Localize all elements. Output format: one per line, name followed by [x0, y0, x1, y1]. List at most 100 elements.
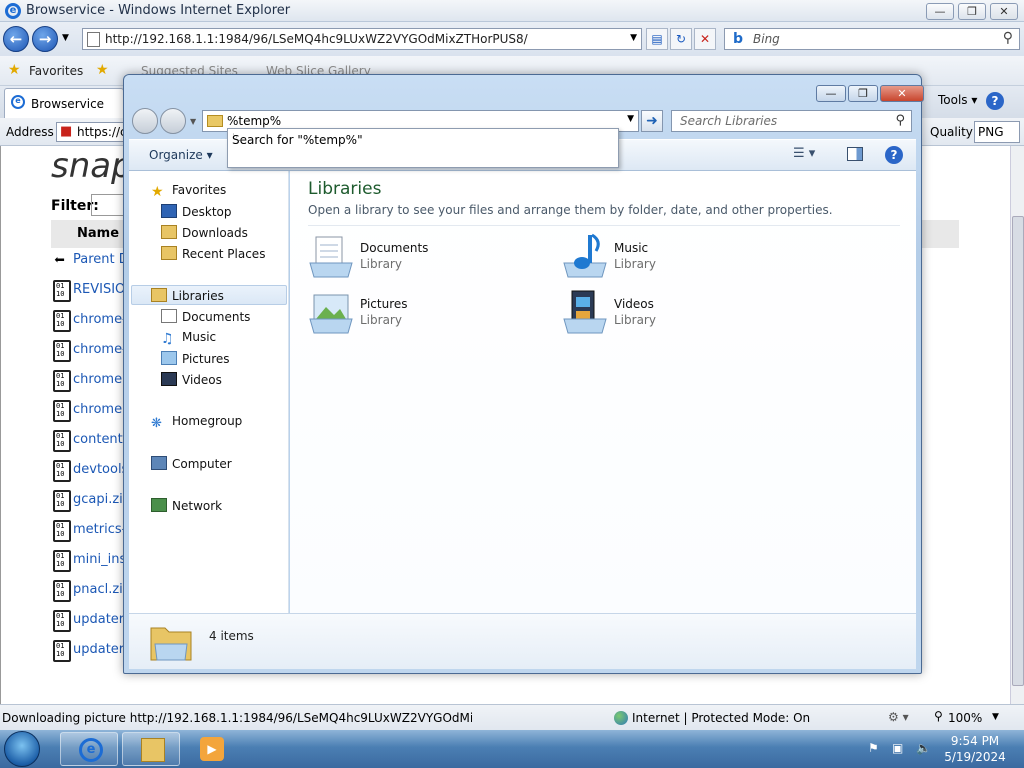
file-row[interactable]: 01 10 mini_ins	[51, 548, 131, 576]
volume-muted-icon[interactable]: 🔈	[916, 741, 931, 755]
file-row[interactable]: 01 10 updater	[51, 608, 131, 636]
action-center-flag-icon[interactable]: ⚑	[868, 741, 882, 755]
file-name[interactable]: content-	[73, 432, 123, 447]
preview-pane-button[interactable]	[847, 147, 863, 161]
organize-menu[interactable]: Organize ▾	[149, 148, 213, 162]
recent-pages-dropdown-icon[interactable]: ▼	[62, 33, 69, 43]
clock-time: 9:54 PM	[950, 734, 1000, 748]
library-music[interactable]: Music Library	[560, 231, 800, 283]
nav-pictures[interactable]: Pictures	[161, 351, 230, 366]
back-button[interactable]: ←	[3, 26, 29, 52]
address-dropdown-icon[interactable]: ▼	[630, 33, 637, 43]
quality-select[interactable]: PNG	[974, 121, 1020, 143]
library-videos[interactable]: Videos Library	[560, 287, 800, 339]
file-row[interactable]: 01 10 metrics-	[51, 518, 131, 546]
system-clock[interactable]: 9:54 PM 5/19/2024	[930, 733, 1020, 765]
file-name[interactable]: gcapi.zi	[73, 492, 123, 507]
ie-status-bar: Downloading picture http://192.168.1.1:1…	[0, 704, 1024, 730]
start-button[interactable]	[4, 731, 40, 767]
file-row[interactable]: 01 10 devtools	[51, 458, 131, 486]
recent-places-icon	[161, 246, 177, 260]
explorer-search-box[interactable]: Search Libraries ⚲	[671, 110, 912, 132]
binary-file-icon: 01 10	[53, 310, 71, 332]
nav-downloads[interactable]: Downloads	[161, 225, 248, 240]
maximize-button[interactable]: ❐	[958, 3, 986, 20]
file-name[interactable]: metrics-	[73, 522, 123, 537]
nav-libraries[interactable]: Libraries	[151, 288, 224, 303]
page-address-field[interactable]: ■ https://c	[56, 122, 127, 142]
tools-menu[interactable]: Tools ▾	[938, 93, 977, 107]
explorer-minimize-button[interactable]: —	[816, 85, 846, 102]
zoom-dropdown-icon[interactable]: ▼	[992, 712, 999, 722]
stop-button[interactable]: ✕	[694, 28, 716, 50]
tab-ie-icon: e	[11, 95, 25, 109]
nav-recent-places[interactable]: Recent Places	[161, 246, 265, 261]
search-icon[interactable]: ⚲	[1003, 30, 1013, 46]
nav-network[interactable]: Network	[151, 498, 222, 513]
popup-blocker-icon[interactable]: ⚙ ▾	[888, 710, 909, 724]
minimize-button[interactable]: —	[926, 3, 954, 20]
file-row[interactable]: 01 10 gcapi.zi	[51, 488, 131, 516]
nav-videos[interactable]: Videos	[161, 372, 222, 387]
favorites-button[interactable]: Favorites	[29, 64, 83, 78]
refresh-button[interactable]: ↻	[670, 28, 692, 50]
add-favorite-icon[interactable]: ★	[96, 62, 109, 78]
file-name[interactable]: pnacl.zi	[73, 582, 123, 597]
library-documents[interactable]: Documents Library	[306, 231, 546, 283]
details-pane: 4 items	[129, 613, 916, 669]
page-vertical-scrollbar[interactable]	[1010, 146, 1024, 704]
nav-computer[interactable]: Computer	[151, 456, 232, 471]
file-row[interactable]: 01 10 chrome-	[51, 308, 131, 336]
nav-music[interactable]: ♫ Music	[161, 330, 216, 347]
explorer-back-button[interactable]	[132, 108, 158, 134]
file-row[interactable]: 01 10 content-	[51, 428, 131, 456]
certificate-error-icon: ■	[60, 124, 73, 139]
network-icon[interactable]: ▣	[892, 741, 906, 755]
documents-icon	[161, 309, 177, 323]
file-row-parent[interactable]: ⬅ Parent D	[51, 248, 131, 276]
file-row[interactable]: 01 10 updater	[51, 638, 131, 666]
ie-address-bar[interactable]: http://192.168.1.1:1984/96/LSeMQ4hc9LUxW…	[82, 28, 642, 50]
explorer-maximize-button[interactable]: ❐	[848, 85, 878, 102]
explorer-history-dropdown-icon[interactable]: ▼	[190, 117, 196, 126]
nav-favorites[interactable]: ★ Favorites	[151, 183, 226, 200]
library-pictures[interactable]: Pictures Library	[306, 287, 546, 339]
explorer-close-button[interactable]: ✕	[880, 85, 924, 102]
go-arrow-button[interactable]: ➜	[641, 110, 663, 132]
resize-grip-icon[interactable]: ⋱	[232, 133, 616, 165]
change-view-button[interactable]: ☰ ▾	[793, 146, 815, 161]
file-name[interactable]: chrome-	[73, 312, 123, 327]
nav-desktop[interactable]: Desktop	[161, 204, 232, 219]
file-name[interactable]: chrome-	[73, 342, 123, 357]
close-button[interactable]: ✕	[990, 3, 1018, 20]
taskbar-windows-explorer[interactable]	[122, 732, 180, 766]
file-name[interactable]: chrome	[73, 402, 123, 417]
explorer-help-icon[interactable]: ?	[885, 146, 903, 164]
file-name[interactable]: devtools	[73, 462, 123, 477]
compatibility-view-button[interactable]: ▤	[646, 28, 668, 50]
file-name[interactable]: chrome	[73, 372, 123, 387]
file-row[interactable]: 01 10 chrome	[51, 398, 131, 426]
file-name[interactable]: updater	[73, 612, 123, 627]
file-row[interactable]: 01 10 chrome-	[51, 338, 131, 366]
taskbar-internet-explorer[interactable]: e	[60, 732, 118, 766]
scrollbar-thumb[interactable]	[1012, 216, 1024, 686]
address-history-dropdown-icon[interactable]: ▼	[627, 114, 634, 124]
explorer-forward-button[interactable]	[160, 108, 186, 134]
bing-search-box[interactable]: b Bing ⚲	[724, 28, 1020, 50]
file-name[interactable]: mini_ins	[73, 552, 123, 567]
file-row[interactable]: 01 10 pnacl.zi	[51, 578, 131, 606]
search-icon[interactable]: ⚲	[895, 113, 905, 128]
forward-button[interactable]: →	[32, 26, 58, 52]
file-name[interactable]: REVISIO	[73, 282, 123, 297]
tab-browservice[interactable]: e Browservice	[4, 88, 124, 118]
nav-documents[interactable]: Documents	[161, 309, 250, 324]
file-name[interactable]: Parent D	[73, 252, 123, 267]
file-row[interactable]: 01 10 REVISIO	[51, 278, 131, 306]
zoom-level[interactable]: 100%	[948, 711, 982, 725]
file-row[interactable]: 01 10 chrome	[51, 368, 131, 396]
help-icon[interactable]: ?	[986, 92, 1004, 110]
file-name[interactable]: updater	[73, 642, 123, 657]
taskbar-media-player[interactable]: ▶	[184, 732, 242, 766]
nav-homegroup[interactable]: ❋ Homegroup	[151, 414, 242, 431]
